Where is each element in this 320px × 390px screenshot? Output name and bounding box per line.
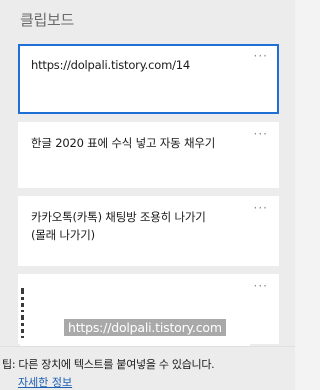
clipboard-item-image[interactable]: https://dolpali.tistory.com ··· [18, 274, 279, 354]
clipboard-image-thumbnail: https://dolpali.tistory.com [20, 276, 250, 354]
clipboard-item-hangul[interactable]: 한글 2020 표에 수식 넣고 자동 채우기 ··· [18, 122, 279, 188]
more-options-icon[interactable]: ··· [254, 127, 268, 141]
clipboard-item-text: 카카오톡(카톡) 채팅방 조용히 나가기 (몰래 나가기) [31, 210, 206, 242]
panel-title: 클립보드 [20, 11, 75, 29]
thumbnail-watermark: https://dolpali.tistory.com [64, 319, 226, 336]
more-options-icon[interactable]: ··· [254, 49, 268, 63]
more-options-icon[interactable]: ··· [254, 279, 268, 293]
more-options-icon[interactable]: ··· [254, 201, 268, 215]
clipboard-panel: 클립보드 https://dolpali.tistory.com/14 ··· … [0, 0, 295, 390]
clipboard-item-url[interactable]: https://dolpali.tistory.com/14 ··· [18, 44, 279, 114]
clipboard-item-kakao[interactable]: 카카오톡(카톡) 채팅방 조용히 나가기 (몰래 나가기) ··· [18, 196, 279, 266]
more-info-link[interactable]: 자세한 정보 [18, 374, 72, 390]
clipboard-item-text: 한글 2020 표에 수식 넣고 자동 채우기 [31, 136, 216, 150]
tip-text: 팁: 다른 장치에 텍스트를 붙여넣을 수 있습니다. [2, 358, 215, 371]
footer: 팁: 다른 장치에 텍스트를 붙여넣을 수 있습니다. 자세한 정보 [0, 346, 295, 390]
thumbnail-left-strip [21, 288, 24, 340]
clipboard-item-text: https://dolpali.tistory.com/14 [31, 58, 191, 72]
